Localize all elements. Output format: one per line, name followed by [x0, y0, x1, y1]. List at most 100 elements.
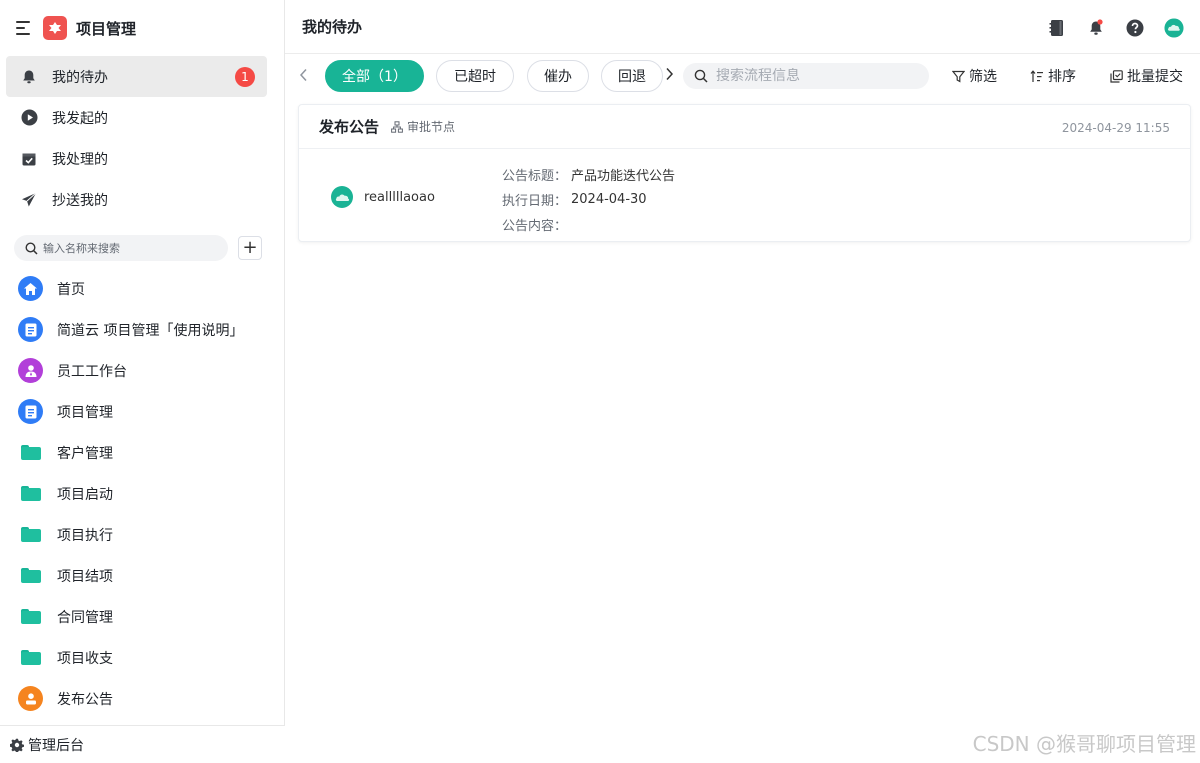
app-item-label: 项目收支	[57, 650, 113, 667]
person-stamp-icon	[18, 686, 43, 711]
task-card[interactable]: 发布公告 审批节点 2024-04-29 11:55 realllllaoao …	[298, 104, 1191, 242]
field-date: 执行日期： 2024-04-30	[502, 187, 675, 212]
app-item-label: 项目执行	[57, 527, 113, 544]
person-icon	[18, 358, 43, 383]
watermark: CSDN @猴哥聊项目管理	[972, 732, 1196, 756]
app-list: 首页 简道云 项目管理「使用说明」 员工工作台 项目管理 客户管理 项目启动 项…	[0, 268, 284, 719]
field-value: 2024-04-30	[571, 192, 647, 207]
user-avatar[interactable]	[1164, 18, 1184, 38]
app-logo-icon	[43, 16, 67, 40]
task-node-label: 审批节点	[407, 120, 456, 134]
filter-label: 筛选	[969, 69, 997, 85]
field-title: 公告标题： 产品功能迭代公告	[502, 162, 675, 187]
document-icon	[18, 399, 43, 424]
app-item-employee-workbench[interactable]: 员工工作台	[0, 350, 284, 391]
field-label: 执行日期：	[502, 194, 568, 209]
folder-icon	[18, 604, 43, 629]
admin-console-link[interactable]: 管理后台	[0, 725, 285, 763]
app-item-label: 发布公告	[57, 691, 113, 708]
tab-urge[interactable]: 催办	[527, 60, 589, 92]
app-item-contract-management[interactable]: 合同管理	[0, 596, 284, 637]
bell-icon	[20, 68, 38, 86]
sort-button[interactable]: 排序	[1030, 66, 1076, 86]
nav-item-cc[interactable]: 抄送我的	[6, 179, 267, 220]
folder-icon	[18, 481, 43, 506]
batch-submit-button[interactable]: 批量提交	[1110, 66, 1183, 86]
sidebar-search	[14, 235, 228, 261]
folder-icon	[18, 645, 43, 670]
copy-icon	[1110, 69, 1123, 83]
app-item-label: 首页	[57, 281, 85, 298]
app-item-label: 项目启动	[57, 486, 113, 503]
app-item-customer-management[interactable]: 客户管理	[0, 432, 284, 473]
task-node: 审批节点	[391, 118, 455, 135]
app-item-label: 员工工作台	[57, 363, 127, 380]
folder-icon	[18, 522, 43, 547]
scroll-right-arrow-icon[interactable]	[665, 67, 674, 85]
nav-item-label: 我发起的	[52, 110, 108, 127]
sidebar: 项目管理 我的待办 1 我发起的 我处理的 抄送我的 输入名称来搜索 + 首页 …	[0, 0, 285, 763]
search-icon	[694, 69, 708, 83]
search-icon	[25, 241, 38, 255]
help-icon[interactable]	[1125, 18, 1145, 38]
nav-item-initiated[interactable]: 我发起的	[6, 97, 267, 138]
sort-icon	[1030, 69, 1044, 83]
folder-icon	[18, 563, 43, 588]
home-icon	[18, 276, 43, 301]
notification-bell-icon[interactable]	[1086, 18, 1106, 38]
task-timestamp: 2024-04-29 11:55	[1061, 121, 1170, 135]
app-item-project-execution[interactable]: 项目执行	[0, 514, 284, 555]
app-item-label: 合同管理	[57, 609, 113, 626]
batch-submit-label: 批量提交	[1127, 69, 1183, 85]
nav-item-label: 抄送我的	[52, 192, 108, 209]
todo-count-badge: 1	[235, 67, 255, 87]
nav-item-my-todo[interactable]: 我的待办 1	[6, 56, 267, 97]
app-item-label: 项目管理	[57, 404, 113, 421]
app-item-project-finance[interactable]: 项目收支	[0, 637, 284, 678]
workflow-nav: 我的待办 1 我发起的 我处理的 抄送我的	[0, 56, 284, 220]
check-box-icon	[20, 150, 38, 168]
nav-item-handled[interactable]: 我处理的	[6, 138, 267, 179]
process-search	[683, 63, 929, 89]
task-card-body: realllllaoao 公告标题： 产品功能迭代公告 执行日期： 2024-0…	[299, 149, 1190, 241]
scroll-left-arrow-icon[interactable]	[299, 68, 308, 86]
task-fields: 公告标题： 产品功能迭代公告 执行日期： 2024-04-30 公告内容：	[502, 162, 675, 237]
app-item-guide[interactable]: 简道云 项目管理「使用说明」	[0, 309, 284, 350]
add-app-button[interactable]: +	[238, 236, 262, 260]
task-submitter: realllllaoao	[331, 186, 435, 208]
process-search-input[interactable]	[716, 68, 916, 84]
menu-collapse-icon[interactable]	[16, 21, 32, 35]
app-item-label: 简道云 项目管理「使用说明」	[57, 322, 244, 339]
field-label: 公告内容：	[502, 219, 568, 234]
sidebar-header: 项目管理	[0, 0, 284, 56]
tab-all[interactable]: 全部（1）	[325, 60, 424, 92]
workflow-node-icon	[391, 120, 403, 133]
send-icon	[20, 191, 38, 209]
nav-item-label: 我的待办	[52, 69, 108, 86]
topbar: 我的待办	[285, 0, 1200, 54]
main-panel: 我的待办 全部（1） 已超时 催办 回退 搜索流程信息 筛选 排序 批量提交 发…	[285, 0, 1200, 763]
funnel-icon	[952, 70, 965, 83]
topbar-icons	[1028, 18, 1184, 38]
nav-item-label: 我处理的	[52, 151, 108, 168]
task-card-header: 发布公告 审批节点 2024-04-29 11:55	[299, 105, 1190, 149]
app-item-project-kickoff[interactable]: 项目启动	[0, 473, 284, 514]
app-item-publish-announcement[interactable]: 发布公告	[0, 678, 284, 719]
sidebar-search-input[interactable]	[43, 241, 213, 255]
app-item-project-closure[interactable]: 项目结项	[0, 555, 284, 596]
sort-label: 排序	[1048, 69, 1076, 85]
folder-icon	[18, 440, 43, 465]
admin-console-label: 管理后台	[28, 737, 84, 754]
app-item-label: 客户管理	[57, 445, 113, 462]
play-circle-icon	[20, 109, 38, 127]
app-item-home[interactable]: 首页	[0, 268, 284, 309]
sidebar-search-row: +	[0, 234, 284, 262]
submitter-name: realllllaoao	[364, 189, 435, 205]
filter-bar: 全部（1） 已超时 催办 回退 筛选 排序 批量提交	[285, 54, 1200, 98]
address-book-icon[interactable]	[1047, 18, 1067, 38]
tab-overdue[interactable]: 已超时	[436, 60, 514, 92]
app-item-project-management[interactable]: 项目管理	[0, 391, 284, 432]
filter-button[interactable]: 筛选	[952, 66, 997, 86]
tab-returned[interactable]: 回退	[601, 60, 663, 92]
field-label: 公告标题：	[502, 169, 568, 184]
